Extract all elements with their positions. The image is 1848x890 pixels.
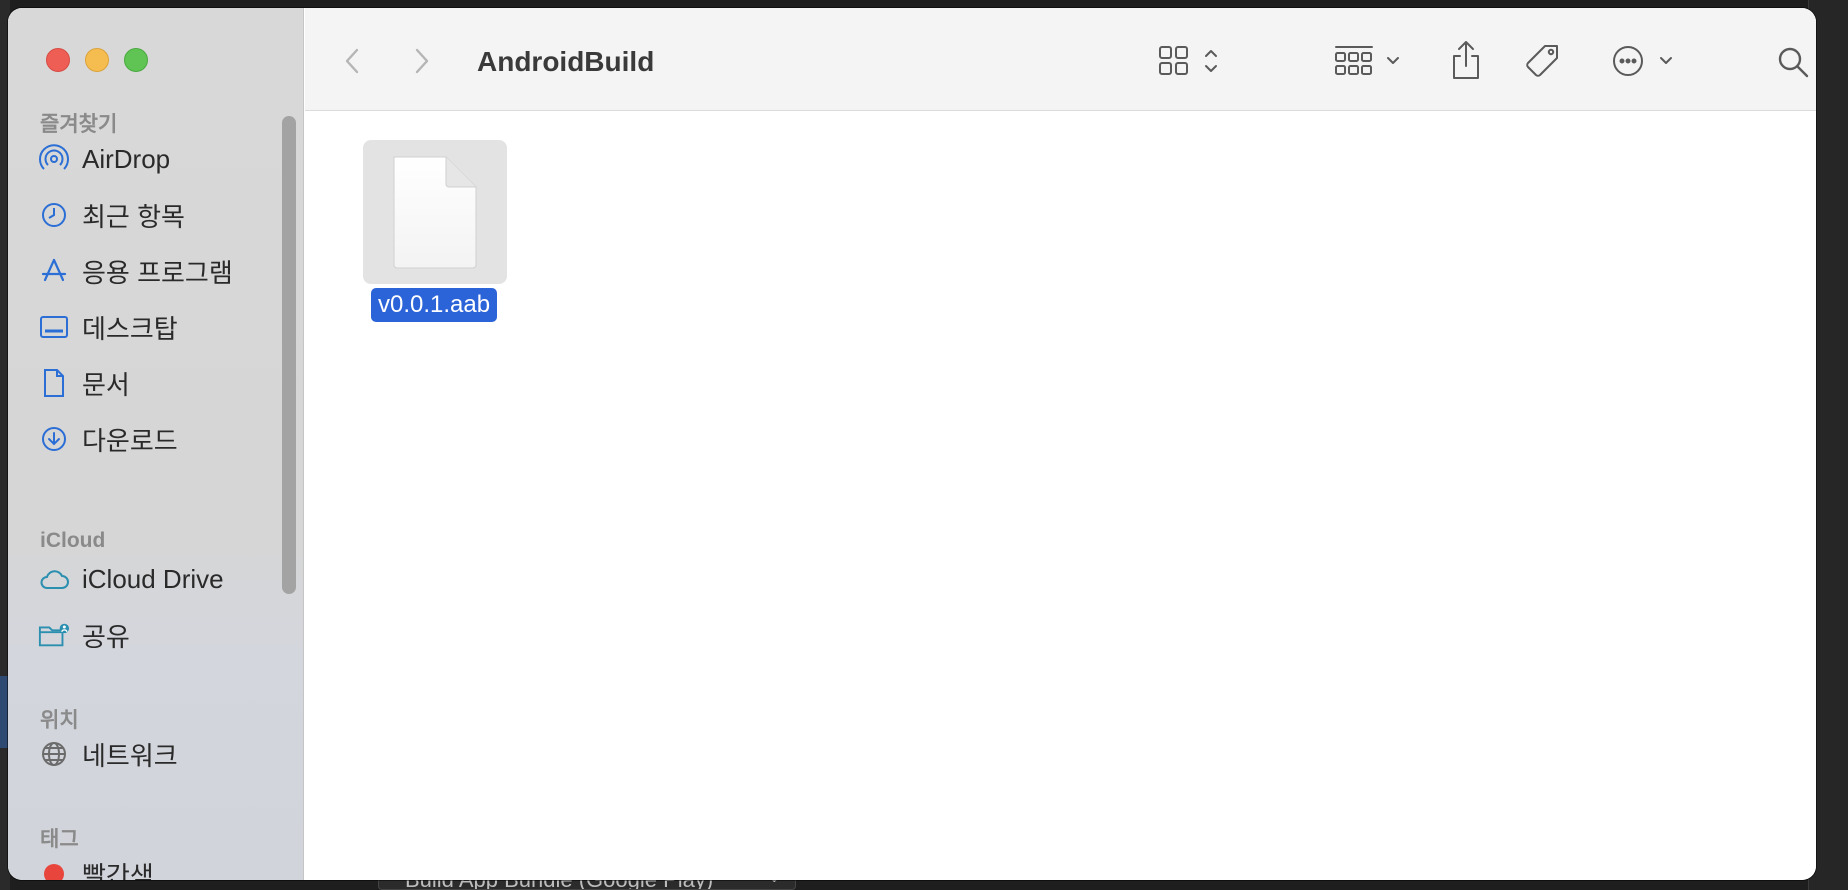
clock-icon — [38, 199, 70, 231]
chevron-left-icon — [345, 48, 359, 74]
fullscreen-window-button[interactable] — [124, 48, 148, 72]
view-mode-button[interactable] — [1157, 44, 1227, 78]
document-icon — [38, 367, 70, 399]
share-icon — [1453, 41, 1479, 79]
sidebar-item-label: 최근 항목 — [82, 201, 185, 232]
sidebar-item-tag-red[interactable]: 빨간색 — [38, 854, 278, 880]
sidebar-item-shared[interactable]: 공유 — [38, 615, 278, 655]
back-button[interactable] — [337, 46, 367, 76]
section-locations: 위치 — [40, 709, 79, 732]
globe-icon — [38, 738, 70, 770]
sidebar-item-desktop[interactable]: 데스크탑 — [38, 307, 278, 347]
airdrop-icon — [38, 143, 70, 175]
group-by-button[interactable] — [1333, 44, 1407, 78]
share-button[interactable] — [1449, 38, 1483, 82]
download-icon — [38, 423, 70, 455]
sidebar-item-documents[interactable]: 문서 — [38, 363, 278, 403]
tag-icon — [1526, 45, 1558, 77]
close-window-button[interactable] — [46, 48, 70, 72]
sidebar-item-label: 공유 — [82, 621, 130, 652]
section-favorites: 즐겨찾기 — [40, 113, 118, 136]
more-actions-button[interactable] — [1611, 44, 1681, 78]
sidebar-item-label: AirDrop — [82, 143, 171, 174]
toolbar: AndroidBuild — [305, 8, 1816, 111]
search-icon — [1778, 47, 1809, 78]
file-item-name[interactable]: v0.0.1.aab — [371, 288, 498, 322]
sidebar-item-airdrop[interactable]: AirDrop — [38, 139, 278, 179]
minimize-window-button[interactable] — [85, 48, 109, 72]
search-button[interactable] — [1775, 44, 1811, 80]
sidebar-scrollbar[interactable] — [282, 116, 296, 594]
group-icon — [1335, 46, 1399, 75]
sidebar-item-icloud-drive[interactable]: iCloud Drive — [38, 559, 278, 599]
forward-button[interactable] — [407, 46, 437, 76]
generic-document-icon — [393, 156, 477, 269]
sidebar-item-downloads[interactable]: 다운로드 — [38, 419, 278, 459]
sidebar-item-network[interactable]: 네트워크 — [38, 734, 278, 774]
section-tags: 태그 — [40, 828, 79, 851]
cloud-icon — [38, 563, 70, 595]
sidebar-item-applications[interactable]: 응용 프로그램 — [38, 251, 278, 291]
desktop-icon — [38, 311, 70, 343]
sidebar-item-label: 데스크탑 — [82, 313, 178, 344]
sidebar-item-label: 다운로드 — [82, 425, 178, 456]
sidebar-item-recents[interactable]: 최근 항목 — [38, 195, 278, 235]
finder-window: 즐겨찾기 AirDrop 최근 항목 응용 프로그램 데스크탑 문서 다운로드 … — [8, 8, 1816, 880]
sidebar-item-label: 응용 프로그램 — [82, 257, 233, 288]
sidebar-item-label: 빨간색 — [82, 860, 154, 881]
tag-color-dot-icon — [38, 858, 70, 880]
file-item-icon[interactable] — [363, 140, 507, 284]
file-browser-content: v0.0.1.aab — [305, 112, 1816, 880]
ellipsis-circle-icon — [1613, 46, 1672, 76]
window-title: AndroidBuild — [477, 46, 655, 77]
section-icloud: iCloud — [40, 529, 106, 552]
sidebar: 즐겨찾기 AirDrop 최근 항목 응용 프로그램 데스크탑 문서 다운로드 … — [8, 8, 304, 880]
sidebar-item-label: iCloud Drive — [82, 563, 224, 594]
grid-view-icon — [1159, 46, 1217, 75]
tags-button[interactable] — [1523, 42, 1563, 82]
sidebar-item-label: 네트워크 — [82, 740, 178, 771]
apps-icon — [38, 255, 70, 287]
sidebar-item-label: 문서 — [82, 369, 130, 400]
shared-folder-icon — [38, 619, 70, 651]
chevron-right-icon — [415, 48, 429, 74]
